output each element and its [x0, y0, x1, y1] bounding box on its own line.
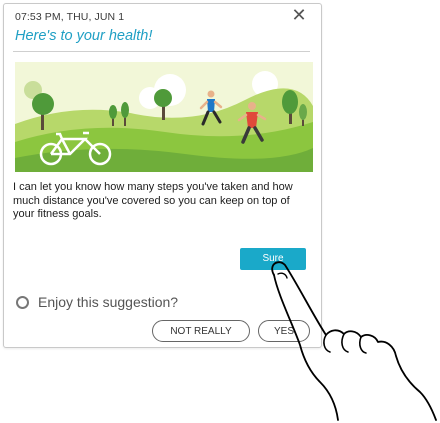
fitness-illustration: [15, 62, 313, 172]
close-icon[interactable]: ✕: [290, 6, 308, 24]
feedback-question: Enjoy this suggestion?: [38, 294, 179, 310]
radio-icon: [16, 295, 29, 309]
pointing-hand-icon: [271, 261, 437, 421]
tree-left: [32, 93, 54, 115]
divider: [13, 51, 310, 52]
feedback-row: Enjoy this suggestion?: [16, 294, 178, 310]
not-really-button[interactable]: NOT REALLY: [152, 320, 250, 342]
timestamp: 07:53 PM, THU, JUN 1: [15, 11, 125, 23]
tree-right: [282, 90, 298, 114]
tree-small: [109, 105, 117, 119]
tree-mid: [154, 89, 172, 107]
tree-small-2: [121, 102, 129, 118]
suggestion-description: I can let you know how many steps you've…: [13, 181, 293, 220]
card-title: Here's to your health!: [15, 28, 153, 44]
tree-right-2: [299, 104, 307, 120]
